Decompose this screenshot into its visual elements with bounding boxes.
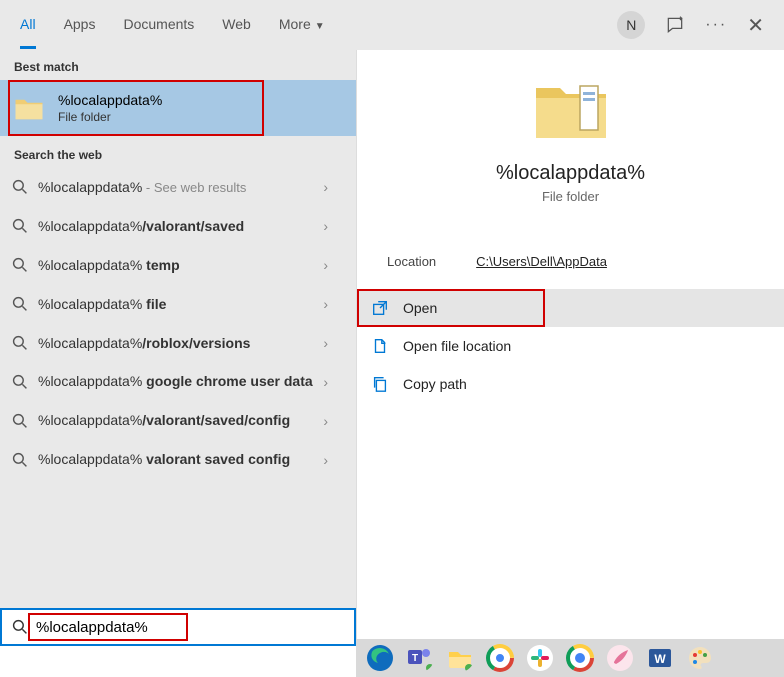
action-copy-path[interactable]: Copy path	[357, 365, 784, 403]
more-options-icon[interactable]: ···	[705, 16, 727, 34]
file-location-icon	[371, 337, 389, 355]
action-open-location-label: Open file location	[403, 338, 511, 354]
highlight-box	[357, 289, 545, 327]
chevron-right-icon: ›	[323, 257, 328, 273]
tab-apps[interactable]: Apps	[64, 2, 96, 49]
header-actions: N ··· ✕	[617, 11, 764, 39]
location-label: Location	[387, 254, 436, 269]
explorer-icon[interactable]	[446, 644, 474, 672]
web-result-text: %localappdata%/valorant/saved	[38, 217, 323, 236]
tab-web[interactable]: Web	[222, 2, 251, 49]
preview-sub: File folder	[381, 189, 760, 204]
search-icon	[12, 413, 28, 429]
web-result-text: %localappdata% file	[38, 295, 323, 314]
chevron-right-icon: ›	[323, 452, 328, 468]
web-result-6[interactable]: %localappdata%/valorant/saved/config ›	[0, 401, 356, 440]
chevron-right-icon: ›	[323, 218, 328, 234]
web-result-3[interactable]: %localappdata% file ›	[0, 285, 356, 324]
web-result-text: %localappdata% - See web results	[38, 178, 323, 197]
word-icon[interactable]: W	[646, 644, 674, 672]
palette-icon[interactable]	[686, 644, 714, 672]
taskbar: T W	[356, 639, 784, 677]
best-match-label: Best match	[0, 50, 356, 80]
action-copy-path-label: Copy path	[403, 376, 467, 392]
feedback-icon[interactable]	[665, 15, 685, 35]
best-match-result[interactable]: %localappdata% File folder	[0, 80, 356, 136]
svg-text:W: W	[654, 652, 666, 666]
search-icon	[12, 296, 28, 312]
web-result-5[interactable]: %localappdata% google chrome user data ›	[0, 362, 356, 401]
chevron-right-icon: ›	[323, 374, 328, 390]
search-icon	[12, 619, 28, 635]
svg-text:T: T	[412, 653, 418, 664]
highlight-box	[28, 613, 188, 641]
teams-icon[interactable]: T	[406, 644, 434, 672]
search-web-label: Search the web	[0, 138, 356, 168]
close-icon[interactable]: ✕	[747, 13, 764, 38]
web-result-2[interactable]: %localappdata% temp ›	[0, 246, 356, 285]
preview-title: %localappdata%	[381, 162, 760, 185]
edge-icon[interactable]	[366, 644, 394, 672]
search-header: All Apps Documents Web More▼ N ··· ✕	[0, 0, 784, 50]
web-result-4[interactable]: %localappdata%/roblox/versions ›	[0, 324, 356, 363]
web-result-7[interactable]: %localappdata% valorant saved config ›	[0, 440, 356, 479]
web-result-1[interactable]: %localappdata%/valorant/saved ›	[0, 207, 356, 246]
web-result-text: %localappdata% google chrome user data	[38, 372, 323, 391]
location-value[interactable]: C:\Users\Dell\AppData	[476, 254, 607, 269]
web-result-text: %localappdata%/valorant/saved/config	[38, 411, 323, 430]
web-result-0[interactable]: %localappdata% - See web results ›	[0, 168, 356, 207]
slack-icon[interactable]	[526, 644, 554, 672]
main-layout: Best match %localappdata% File folder Se…	[0, 50, 784, 646]
search-icon	[12, 218, 28, 234]
search-icon	[12, 452, 28, 468]
search-icon	[12, 335, 28, 351]
user-avatar[interactable]: N	[617, 11, 645, 39]
chrome-alt-icon[interactable]	[566, 644, 594, 672]
web-result-text: %localappdata% valorant saved config	[38, 450, 323, 469]
chevron-right-icon: ›	[323, 296, 328, 312]
paint-tool-icon[interactable]	[606, 644, 634, 672]
tab-all[interactable]: All	[20, 2, 36, 49]
header-tabs: All Apps Documents Web More▼	[20, 2, 325, 49]
results-panel: Best match %localappdata% File folder Se…	[0, 50, 356, 646]
chevron-right-icon: ›	[323, 413, 328, 429]
search-icon	[12, 374, 28, 390]
search-icon	[12, 179, 28, 195]
web-result-text: %localappdata% temp	[38, 256, 323, 275]
copy-icon	[371, 375, 389, 393]
action-open[interactable]: Open	[357, 289, 784, 327]
web-result-text: %localappdata%/roblox/versions	[38, 334, 323, 353]
tab-documents[interactable]: Documents	[123, 2, 194, 49]
preview-panel: %localappdata% File folder Location C:\U…	[356, 50, 784, 646]
chevron-right-icon: ›	[323, 179, 328, 195]
chrome-icon[interactable]	[486, 644, 514, 672]
action-open-location[interactable]: Open file location	[357, 327, 784, 365]
search-bar	[0, 608, 356, 646]
chevron-right-icon: ›	[323, 335, 328, 351]
folder-large-icon	[532, 78, 610, 144]
search-icon	[12, 257, 28, 273]
chevron-down-icon: ▼	[315, 21, 325, 32]
tab-more[interactable]: More▼	[279, 2, 325, 49]
highlight-box	[8, 80, 264, 136]
